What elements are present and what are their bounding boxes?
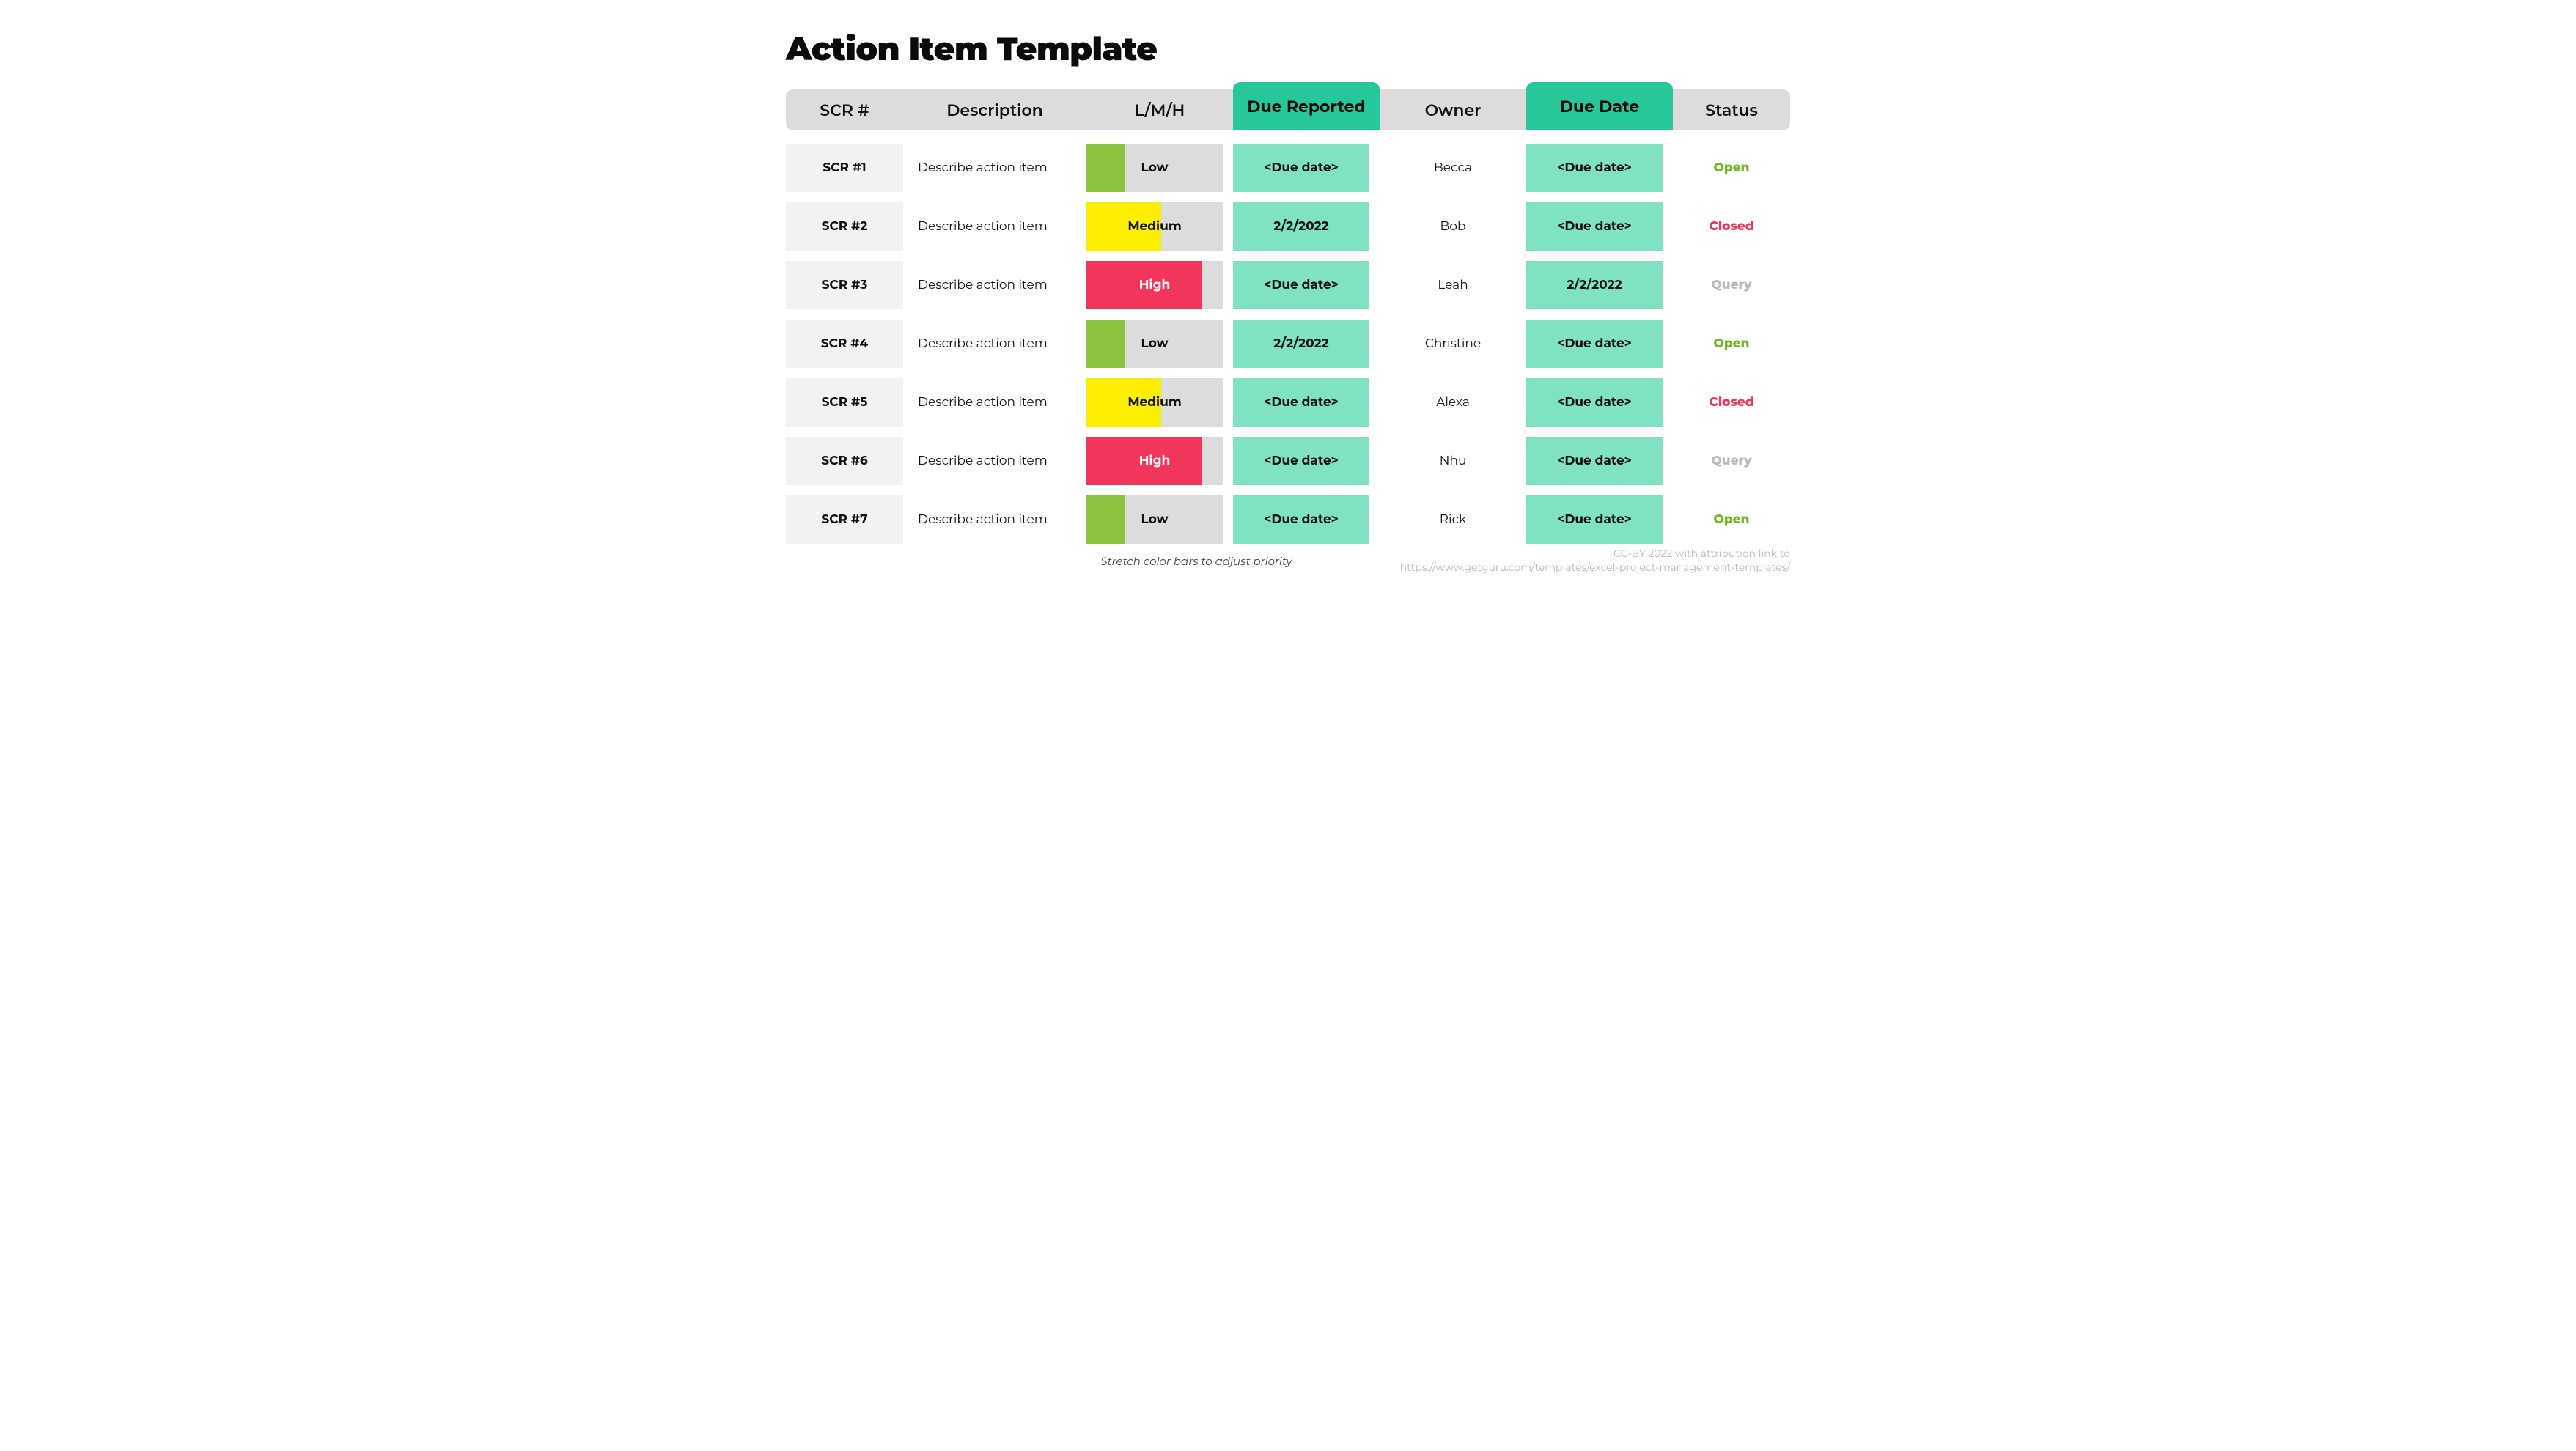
cell-status: Closed bbox=[1673, 378, 1790, 427]
cell-due-reported: <Due date> bbox=[1233, 378, 1369, 427]
priority-label: Medium bbox=[1127, 395, 1181, 410]
table-row: SCR #5Describe action item Medium <Due dat… bbox=[786, 378, 1790, 427]
cell-status: Open bbox=[1673, 320, 1790, 368]
cell-status: Open bbox=[1673, 495, 1790, 544]
cell-due-date: <Due date> bbox=[1526, 320, 1663, 368]
cell-priority[interactable]: Medium bbox=[1086, 202, 1223, 251]
table-header: SCR # Description L/M/H Due Reported Own… bbox=[786, 89, 1790, 130]
cell-due-reported: <Due date> bbox=[1233, 261, 1369, 309]
table-row: SCR #7Describe action item Low <Due date>R… bbox=[786, 495, 1790, 544]
header-scr: SCR # bbox=[786, 89, 903, 130]
cell-due-reported: <Due date> bbox=[1233, 437, 1369, 485]
header-owner: Owner bbox=[1380, 89, 1526, 130]
cell-description: Describe action item bbox=[903, 202, 1086, 251]
header-due-reported: Due Reported bbox=[1233, 82, 1380, 130]
priority-label: Low bbox=[1141, 336, 1168, 351]
cell-scr: SCR #6 bbox=[786, 437, 903, 485]
priority-bar[interactable] bbox=[1086, 320, 1125, 368]
priority-label: Medium bbox=[1127, 219, 1181, 234]
cell-status: Query bbox=[1673, 437, 1790, 485]
priority-bar[interactable] bbox=[1086, 144, 1125, 192]
cell-due-reported: <Due date> bbox=[1233, 495, 1369, 544]
cell-priority[interactable]: Low bbox=[1086, 495, 1223, 544]
cell-priority[interactable]: High bbox=[1086, 261, 1223, 309]
cell-status: Open bbox=[1673, 144, 1790, 192]
header-lmh: L/M/H bbox=[1086, 89, 1233, 130]
table-row: SCR #2Describe action item Medium 2/2/2022… bbox=[786, 202, 1790, 251]
priority-label: High bbox=[1139, 454, 1171, 468]
cell-status: Query bbox=[1673, 261, 1790, 309]
cell-priority[interactable]: High bbox=[1086, 437, 1223, 485]
cell-owner: Alexa bbox=[1380, 378, 1526, 427]
cell-owner: Christine bbox=[1380, 320, 1526, 368]
table-row: SCR #1Describe action item Low <Due date>B… bbox=[786, 144, 1790, 192]
cell-due-date: <Due date> bbox=[1526, 437, 1663, 485]
cell-description: Describe action item bbox=[903, 261, 1086, 309]
cell-due-reported: 2/2/2022 bbox=[1233, 202, 1369, 251]
cell-due-date: <Due date> bbox=[1526, 495, 1663, 544]
cell-due-date: <Due date> bbox=[1526, 378, 1663, 427]
cell-description: Describe action item bbox=[903, 437, 1086, 485]
priority-bar[interactable] bbox=[1086, 495, 1125, 544]
cell-due-date: <Due date> bbox=[1526, 144, 1663, 192]
cell-description: Describe action item bbox=[903, 320, 1086, 368]
cell-scr: SCR #7 bbox=[786, 495, 903, 544]
cell-due-date: 2/2/2022 bbox=[1526, 261, 1663, 309]
cell-description: Describe action item bbox=[903, 378, 1086, 427]
cell-priority[interactable]: Low bbox=[1086, 144, 1223, 192]
cell-status: Closed bbox=[1673, 202, 1790, 251]
attribution-link[interactable]: https://www.getguru.com/templates/excel-… bbox=[1400, 561, 1790, 575]
cell-due-reported: <Due date> bbox=[1233, 144, 1369, 192]
cell-priority[interactable]: Medium bbox=[1086, 378, 1223, 427]
cell-owner: Bob bbox=[1380, 202, 1526, 251]
cell-due-reported: 2/2/2022 bbox=[1233, 320, 1369, 368]
header-status: Status bbox=[1673, 89, 1790, 130]
header-due-date: Due Date bbox=[1526, 82, 1673, 130]
cell-owner: Rick bbox=[1380, 495, 1526, 544]
cell-description: Describe action item bbox=[903, 144, 1086, 192]
page: Action Item Template SCR # Description L… bbox=[753, 0, 1823, 583]
cell-owner: Leah bbox=[1380, 261, 1526, 309]
table-body: SCR #1Describe action itemLow<Due date>B… bbox=[786, 144, 1790, 544]
license-label: CC-BY bbox=[1613, 547, 1646, 560]
cell-scr: SCR #4 bbox=[786, 320, 903, 368]
header-description: Description bbox=[903, 89, 1086, 130]
priority-label: Low bbox=[1141, 512, 1168, 527]
cell-due-date: <Due date> bbox=[1526, 202, 1663, 251]
license-rest: 2022 with attribution link to bbox=[1646, 547, 1790, 560]
cell-owner: Nhu bbox=[1380, 437, 1526, 485]
cell-owner: Becca bbox=[1380, 144, 1526, 192]
attribution: CC-BY 2022 with attribution link to http… bbox=[1400, 547, 1790, 575]
cell-scr: SCR #3 bbox=[786, 261, 903, 309]
cell-scr: SCR #2 bbox=[786, 202, 903, 251]
page-title: Action Item Template bbox=[786, 29, 1790, 69]
cell-scr: SCR #5 bbox=[786, 378, 903, 427]
table-row: SCR #4Describe action item Low 2/2/2022Chr… bbox=[786, 320, 1790, 368]
cell-scr: SCR #1 bbox=[786, 144, 903, 192]
cell-description: Describe action item bbox=[903, 495, 1086, 544]
priority-hint: Stretch color bars to adjust priority bbox=[1086, 554, 1306, 568]
table-row: SCR #3Describe action item High <Due date>… bbox=[786, 261, 1790, 309]
priority-label: Low bbox=[1141, 160, 1168, 175]
cell-priority[interactable]: Low bbox=[1086, 320, 1223, 368]
table-row: SCR #6Describe action item High <Due date>… bbox=[786, 437, 1790, 485]
priority-label: High bbox=[1139, 278, 1171, 292]
